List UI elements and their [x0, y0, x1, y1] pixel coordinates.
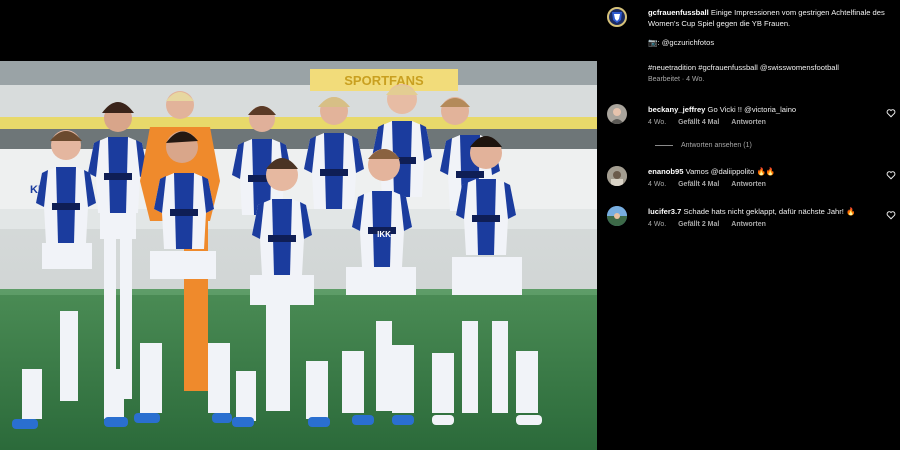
gc-crest-icon[interactable]	[607, 7, 627, 27]
reply-button[interactable]: Antworten	[731, 181, 766, 188]
heart-outline-icon[interactable]	[886, 170, 896, 180]
team-photo-illustration: SPORTFANS KPMG	[0, 61, 597, 450]
comment-likes[interactable]: Gefällt 4 Mal	[678, 119, 719, 126]
heart-outline-icon[interactable]	[886, 108, 896, 118]
comment-likes[interactable]: Gefällt 4 Mal	[678, 181, 719, 188]
heart-outline-icon[interactable]	[886, 210, 896, 220]
jersey-sponsor-text: IKK	[377, 230, 391, 239]
comment-username[interactable]: lucifer3.7	[648, 207, 681, 216]
comment-age: 4 Wo.	[648, 221, 667, 228]
view-replies-button[interactable]: Antworten ansehen (1)	[655, 142, 752, 149]
reply-button[interactable]: Antworten	[731, 221, 766, 228]
caption-hashtags[interactable]: #neuetradition #gcfrauenfussball @swissw…	[648, 62, 886, 73]
comment-age: 4 Wo.	[648, 119, 667, 126]
team-photo[interactable]: SPORTFANS KPMG	[0, 61, 597, 450]
replies-divider	[655, 144, 673, 146]
view-replies-label: Antworten ansehen (1)	[681, 142, 752, 149]
comment-text: Schade hats nicht geklappt, dafür nächst…	[683, 207, 856, 216]
post-media-panel: SPORTFANS KPMG	[0, 0, 597, 450]
avatar[interactable]	[607, 104, 627, 124]
post-author[interactable]: gcfrauenfussball	[648, 8, 709, 17]
comments-panel: gcfrauenfussball Einige Impressionen vom…	[597, 0, 900, 450]
comment-text: Vamos @daliippolito 🔥🔥	[685, 167, 776, 176]
comment-username[interactable]: beckany_jeffrey	[648, 105, 705, 114]
comment-username[interactable]: enanob95	[648, 167, 683, 176]
comment-age: 4 Wo.	[648, 181, 667, 188]
avatar[interactable]	[607, 206, 627, 226]
comment-text: Go Vicki !! @victoria_laino	[707, 105, 797, 114]
reply-button[interactable]: Antworten	[731, 119, 766, 126]
avatar[interactable]	[607, 166, 627, 186]
stadium-banner-text: SPORTFANS	[344, 73, 424, 88]
photo-credit[interactable]: : @gczurichfotos	[657, 38, 714, 47]
edited-label: Bearbeitet · 4 Wo.	[648, 76, 705, 83]
comment-likes[interactable]: Gefällt 2 Mal	[678, 221, 719, 228]
